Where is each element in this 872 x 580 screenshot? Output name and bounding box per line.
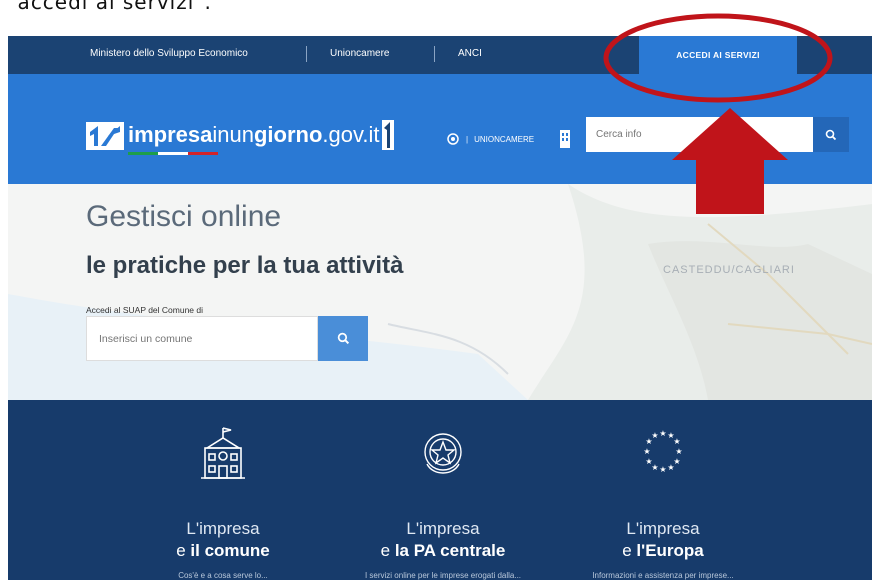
italian-flag-stripe — [128, 152, 218, 155]
svg-text:★: ★ — [643, 447, 650, 456]
hero-title: Gestisci online — [86, 200, 282, 233]
italian-emblem-icon — [424, 433, 462, 474]
svg-text:★: ★ — [651, 431, 658, 440]
anci-logo-icon[interactable] — [554, 128, 576, 150]
column-description: Informazioni e assistenza per imprese... — [592, 571, 734, 580]
link-mise[interactable]: Ministero dello Sviluppo Economico — [90, 48, 248, 59]
svg-text:★: ★ — [675, 447, 682, 456]
header: impresainungiorno.gov.it | UNIONCAMERE — [8, 74, 872, 184]
link-unioncamere[interactable]: Unioncamere — [330, 48, 389, 59]
unioncamere-logo-icon[interactable] — [446, 132, 460, 146]
svg-text:★: ★ — [659, 465, 666, 474]
svg-text:★: ★ — [673, 437, 680, 446]
impresa-logo-icon[interactable] — [86, 122, 124, 150]
suap-label: Accedi al SUAP del Comune di — [86, 305, 204, 315]
column-line1: L'impresa — [186, 519, 260, 538]
column-description: I servizi online per le imprese erogati … — [364, 571, 522, 580]
unioncamere-label: UNIONCAMERE — [474, 134, 535, 144]
column-line1: L'impresa — [626, 519, 700, 538]
partner-logos: | UNIONCAMERE — [446, 128, 576, 150]
comune-input[interactable] — [87, 317, 317, 360]
search-icon — [825, 129, 837, 140]
search-box — [586, 117, 813, 152]
svg-text:★: ★ — [659, 429, 666, 438]
hero-section: CASTEDDU/CAGLIARI Gestisci online le pra… — [8, 184, 872, 400]
search-input[interactable] — [586, 117, 813, 152]
map-city-label: CASTEDDU/CAGLIARI — [663, 264, 795, 276]
top-bar: Ministero dello Sviluppo Economico Union… — [8, 36, 872, 74]
column-pa-centrale[interactable]: L'impresa e la PA centrale I servizi onl… — [343, 424, 543, 580]
info-section: L'impresa e il comune Cos'è e a cosa ser… — [8, 400, 872, 580]
divider — [434, 46, 435, 62]
link-anci[interactable]: ANCI — [458, 48, 482, 59]
svg-text:★: ★ — [667, 463, 674, 472]
comune-field — [86, 316, 318, 361]
search-icon — [337, 332, 349, 345]
brand-mark-icon — [382, 120, 394, 150]
column-line2: e il comune — [176, 541, 270, 560]
school-building-icon — [201, 427, 245, 479]
comune-search-button[interactable] — [318, 316, 368, 361]
search-button[interactable] — [813, 117, 849, 152]
divider — [306, 46, 307, 62]
caption-text: " accedi ai servizi". — [0, 0, 212, 14]
access-services-button[interactable]: ACCEDI AI SERVIZI — [639, 36, 797, 74]
eu-stars-icon: ★ ★ ★ ★ ★ ★ ★ ★ ★ ★ ★ ★ — [643, 429, 682, 474]
site-logo-text[interactable]: impresainungiorno.gov.it — [128, 122, 379, 148]
page: " accedi ai servizi". Ministero dello Sv… — [0, 0, 872, 580]
hero-subtitle: le pratiche per la tua attività — [86, 252, 404, 279]
column-line2: e l'Europa — [622, 541, 704, 560]
column-line1: L'impresa — [406, 519, 480, 538]
column-line2: e la PA centrale — [380, 541, 506, 560]
column-comune[interactable]: L'impresa e il comune Cos'è e a cosa ser… — [123, 424, 323, 580]
column-europa[interactable]: ★ ★ ★ ★ ★ ★ ★ ★ ★ ★ ★ ★ L'impresa e l'Eu… — [563, 424, 763, 580]
svg-text:★: ★ — [645, 457, 652, 466]
column-description: Cos'è e a cosa serve lo... — [178, 571, 268, 580]
